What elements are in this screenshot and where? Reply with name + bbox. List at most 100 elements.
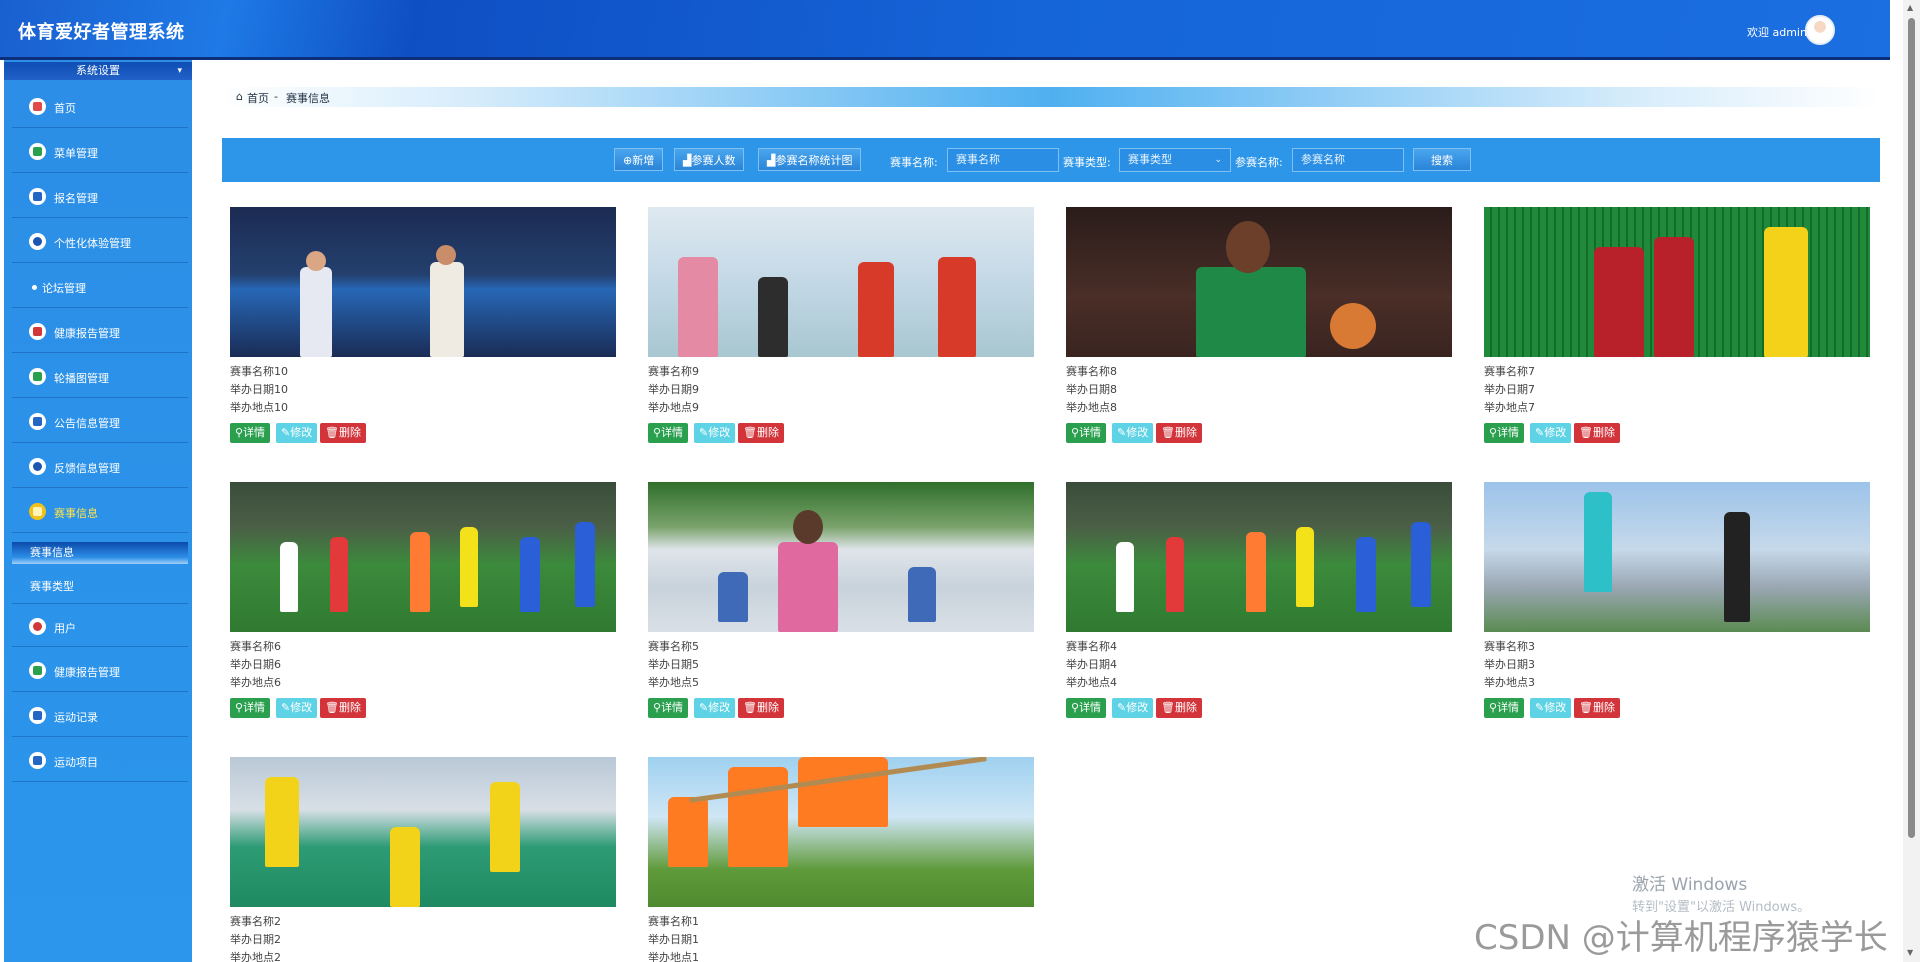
- scrollbar-thumb[interactable]: [1908, 18, 1915, 838]
- detail-button[interactable]: ⚲详情: [1484, 698, 1525, 718]
- event-image[interactable]: [1484, 207, 1870, 357]
- event-image[interactable]: [230, 757, 616, 907]
- detail-label: 详情: [661, 701, 684, 714]
- event-date: 举办日期8: [1066, 383, 1117, 396]
- breadcrumb-home[interactable]: 首页: [247, 90, 269, 106]
- sidebar-section-header[interactable]: 系统设置 ▾: [4, 62, 192, 80]
- event-image[interactable]: [648, 482, 1034, 632]
- delete-button[interactable]: 🗑删除: [320, 423, 366, 443]
- sidebar-item-personalization[interactable]: 个性化体验管理: [12, 219, 188, 263]
- sidebar-item-exercise-records[interactable]: 运动记录: [12, 693, 188, 737]
- scroll-up-icon[interactable]: ▲: [1907, 3, 1913, 12]
- detail-button[interactable]: ⚲详情: [648, 423, 689, 443]
- detail-button[interactable]: ⚲详情: [1484, 423, 1525, 443]
- pencil-icon: ✎: [281, 426, 291, 439]
- sidebar-item-sports[interactable]: 运动项目: [12, 738, 188, 782]
- detail-button[interactable]: ⚲详情: [1066, 423, 1107, 443]
- detail-button[interactable]: ⚲详情: [230, 423, 271, 443]
- event-image[interactable]: [1066, 207, 1452, 357]
- menu-icon: [29, 143, 46, 160]
- search-icon: ⚲: [235, 426, 244, 439]
- sidebar-item-label: 报名管理: [54, 192, 98, 205]
- sidebar-item-events[interactable]: 赛事信息: [12, 489, 188, 533]
- stats-button[interactable]: ▟参赛名称统计图: [758, 148, 862, 171]
- event-date: 举办日期4: [1066, 658, 1117, 671]
- pencil-icon: ✎: [281, 701, 291, 714]
- event-image[interactable]: [648, 757, 1034, 907]
- avatar[interactable]: [1805, 15, 1835, 45]
- globe-icon: [29, 458, 46, 475]
- search-icon: ⚲: [653, 426, 662, 439]
- home-icon: [29, 98, 46, 115]
- detail-button[interactable]: ⚲详情: [230, 698, 271, 718]
- sidebar-item-announcement[interactable]: 公告信息管理: [12, 399, 188, 443]
- sidebar-item-health-report-2[interactable]: 健康报告管理: [12, 648, 188, 692]
- trash-icon: 🗑: [1161, 701, 1175, 714]
- edit-label: 修改: [1544, 426, 1567, 439]
- sidebar-subitem-event-info[interactable]: 赛事信息: [12, 542, 188, 564]
- edit-button[interactable]: ✎修改: [276, 698, 318, 718]
- page-scrollbar[interactable]: ▲ ▼: [1903, 0, 1920, 962]
- delete-button[interactable]: 🗑删除: [738, 698, 784, 718]
- entry-name-input[interactable]: 参赛名称: [1292, 148, 1404, 172]
- event-image[interactable]: [1066, 482, 1452, 632]
- event-image[interactable]: [648, 207, 1034, 357]
- detail-button[interactable]: ⚲详情: [648, 698, 689, 718]
- delete-button[interactable]: 🗑删除: [1574, 698, 1620, 718]
- detail-label: 详情: [661, 426, 684, 439]
- edit-button[interactable]: ✎修改: [1112, 698, 1154, 718]
- monitor-icon: [29, 413, 46, 430]
- delete-button[interactable]: 🗑删除: [1574, 423, 1620, 443]
- add-button-label: 新增: [632, 154, 655, 167]
- sidebar-item-users[interactable]: 用户: [12, 603, 188, 647]
- edit-button[interactable]: ✎修改: [694, 423, 736, 443]
- sidebar-item-label: 菜单管理: [54, 147, 98, 160]
- search-button[interactable]: 搜索: [1413, 148, 1471, 171]
- delete-button[interactable]: 🗑删除: [320, 698, 366, 718]
- event-image[interactable]: [1484, 482, 1870, 632]
- event-card: 赛事名称10 举办日期10 举办地点10 ⚲详情 ✎修改 🗑删除: [230, 207, 616, 443]
- sidebar-item-menu[interactable]: 菜单管理: [12, 129, 188, 173]
- delete-button[interactable]: 🗑删除: [738, 423, 784, 443]
- sidebar-item-forum[interactable]: 论坛管理: [12, 264, 188, 308]
- delete-button[interactable]: 🗑删除: [1156, 698, 1202, 718]
- event-place: 举办地点6: [230, 676, 281, 689]
- entry-name-label: 参赛名称:: [1235, 156, 1283, 169]
- sidebar-section-label: 系统设置: [76, 64, 120, 77]
- delete-button[interactable]: 🗑删除: [1156, 423, 1202, 443]
- event-date: 举办日期3: [1484, 658, 1535, 671]
- participants-button[interactable]: ▟参赛人数: [674, 148, 745, 171]
- sidebar-item-home[interactable]: 首页: [12, 84, 188, 128]
- edit-button[interactable]: ✎修改: [1530, 423, 1572, 443]
- event-card: 赛事名称6 举办日期6 举办地点6 ⚲详情 ✎修改 🗑删除: [230, 482, 616, 718]
- event-image[interactable]: [230, 207, 616, 357]
- event-image[interactable]: [230, 482, 616, 632]
- event-name: 赛事名称7: [1484, 365, 1535, 378]
- grid-icon: [29, 368, 46, 385]
- add-button[interactable]: ⊕新增: [614, 148, 664, 171]
- edit-button[interactable]: ✎修改: [694, 698, 736, 718]
- sidebar-item-health-report[interactable]: 健康报告管理: [12, 309, 188, 353]
- pencil-icon: ✎: [699, 701, 709, 714]
- sidebar-item-label: 论坛管理: [42, 282, 86, 295]
- sidebar-item-carousel[interactable]: 轮播图管理: [12, 354, 188, 398]
- sidebar-item-registration[interactable]: 报名管理: [12, 174, 188, 218]
- event-name-label: 赛事名称:: [890, 156, 938, 169]
- monitor-icon: [29, 707, 46, 724]
- sidebar-item-feedback[interactable]: 反馈信息管理: [12, 444, 188, 488]
- edit-button[interactable]: ✎修改: [276, 423, 318, 443]
- document-icon: [29, 503, 46, 520]
- home-icon: ⌂: [236, 90, 243, 103]
- edit-label: 修改: [290, 426, 313, 439]
- sidebar-subitem-event-type[interactable]: 赛事类型: [12, 576, 188, 598]
- sidebar-item-label: 健康报告管理: [54, 666, 120, 679]
- edit-button[interactable]: ✎修改: [1530, 698, 1572, 718]
- bag-icon: [29, 752, 46, 769]
- event-type-select[interactable]: 赛事类型 ⌄: [1119, 148, 1231, 172]
- event-name-input[interactable]: 赛事名称: [947, 148, 1059, 172]
- search-icon: ⚲: [1071, 701, 1080, 714]
- sidebar-item-label: 个性化体验管理: [54, 237, 131, 250]
- scroll-down-icon[interactable]: ▼: [1907, 948, 1913, 957]
- detail-button[interactable]: ⚲详情: [1066, 698, 1107, 718]
- edit-button[interactable]: ✎修改: [1112, 423, 1154, 443]
